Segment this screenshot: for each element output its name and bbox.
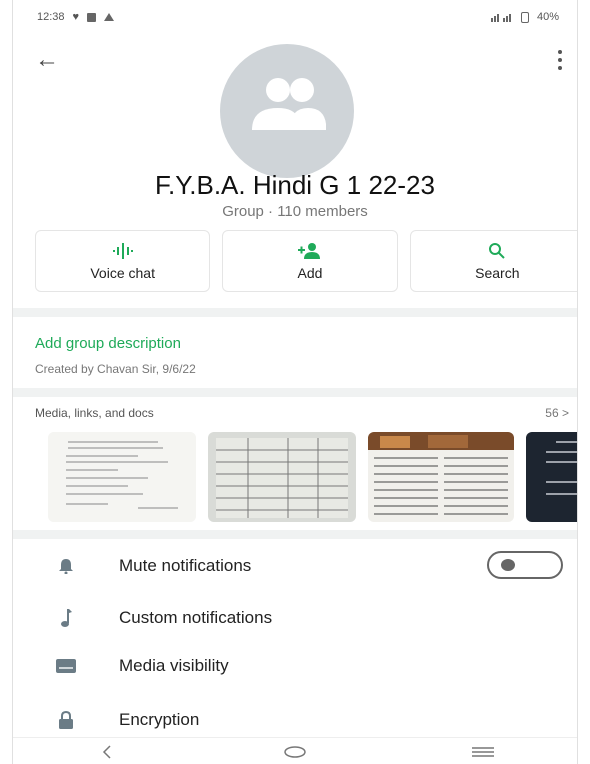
notification-heart-icon: ♥ [72, 11, 80, 23]
action-buttons: Voice chat Add Search [35, 230, 577, 292]
nav-recents-icon[interactable] [453, 740, 513, 764]
group-people-icon [252, 78, 326, 130]
voice-chat-label: Voice chat [90, 264, 155, 281]
media-thumbnail[interactable] [368, 432, 514, 522]
media-thumbnail[interactable] [208, 432, 356, 522]
group-info-screen: 12:38 ♥ 40% ← F.Y.B.A. Hindi G 1 22-23 G… [12, 0, 578, 764]
mute-notifications-toggle[interactable] [487, 551, 563, 579]
voice-chat-button[interactable]: Voice chat [35, 230, 211, 292]
media-visibility-row[interactable]: Media visibility [13, 646, 577, 686]
add-button[interactable]: Add [222, 230, 398, 292]
add-person-icon [297, 242, 322, 260]
group-member-count: Group · 110 members [222, 203, 368, 220]
bell-icon [55, 558, 77, 574]
section-divider [13, 388, 577, 397]
battery-percent: 40% [536, 11, 559, 23]
section-divider [13, 530, 577, 539]
media-count-link[interactable]: 56 > [545, 406, 569, 420]
battery-icon [520, 11, 529, 23]
media-thumbnail[interactable] [526, 432, 577, 522]
mute-notifications-label: Mute notifications [119, 556, 252, 575]
notification-alert-icon [104, 13, 115, 21]
media-heading: Media, links, and docs [35, 406, 154, 420]
add-group-description-link[interactable]: Add group description [35, 335, 181, 352]
add-label: Add [297, 264, 323, 281]
status-time: 12:38 [37, 11, 65, 23]
more-options-icon[interactable] [557, 50, 563, 70]
nav-home-icon[interactable] [265, 740, 325, 764]
media-visibility-icon [55, 659, 77, 673]
voice-chat-icon [112, 242, 134, 260]
status-bar: 12:38 ♥ 40% [13, 0, 577, 34]
notification-message-icon [87, 12, 97, 22]
media-visibility-label: Media visibility [119, 656, 229, 675]
system-navigation-bar [13, 737, 577, 764]
music-note-icon [55, 608, 77, 628]
search-label: Search [475, 264, 520, 281]
back-arrow-icon[interactable]: ← [35, 48, 59, 72]
search-button[interactable]: Search [409, 230, 577, 292]
section-divider [13, 308, 577, 317]
media-thumbnail[interactable] [48, 432, 196, 522]
created-by-text: Created by Chavan Sir, 9/6/22 [35, 362, 196, 376]
encryption-label: Encryption [119, 710, 200, 729]
signal-icon [490, 14, 511, 22]
group-avatar[interactable] [220, 44, 354, 178]
custom-notifications-row[interactable]: Custom notifications [13, 598, 577, 638]
lock-icon [55, 711, 77, 729]
encryption-row[interactable]: Encryption [13, 700, 577, 740]
nav-back-icon[interactable] [77, 740, 137, 764]
group-name: F.Y.B.A. Hindi G 1 22-23 [155, 170, 435, 200]
media-thumbnails [48, 432, 577, 524]
search-icon [488, 242, 506, 260]
custom-notifications-label: Custom notifications [119, 608, 273, 627]
